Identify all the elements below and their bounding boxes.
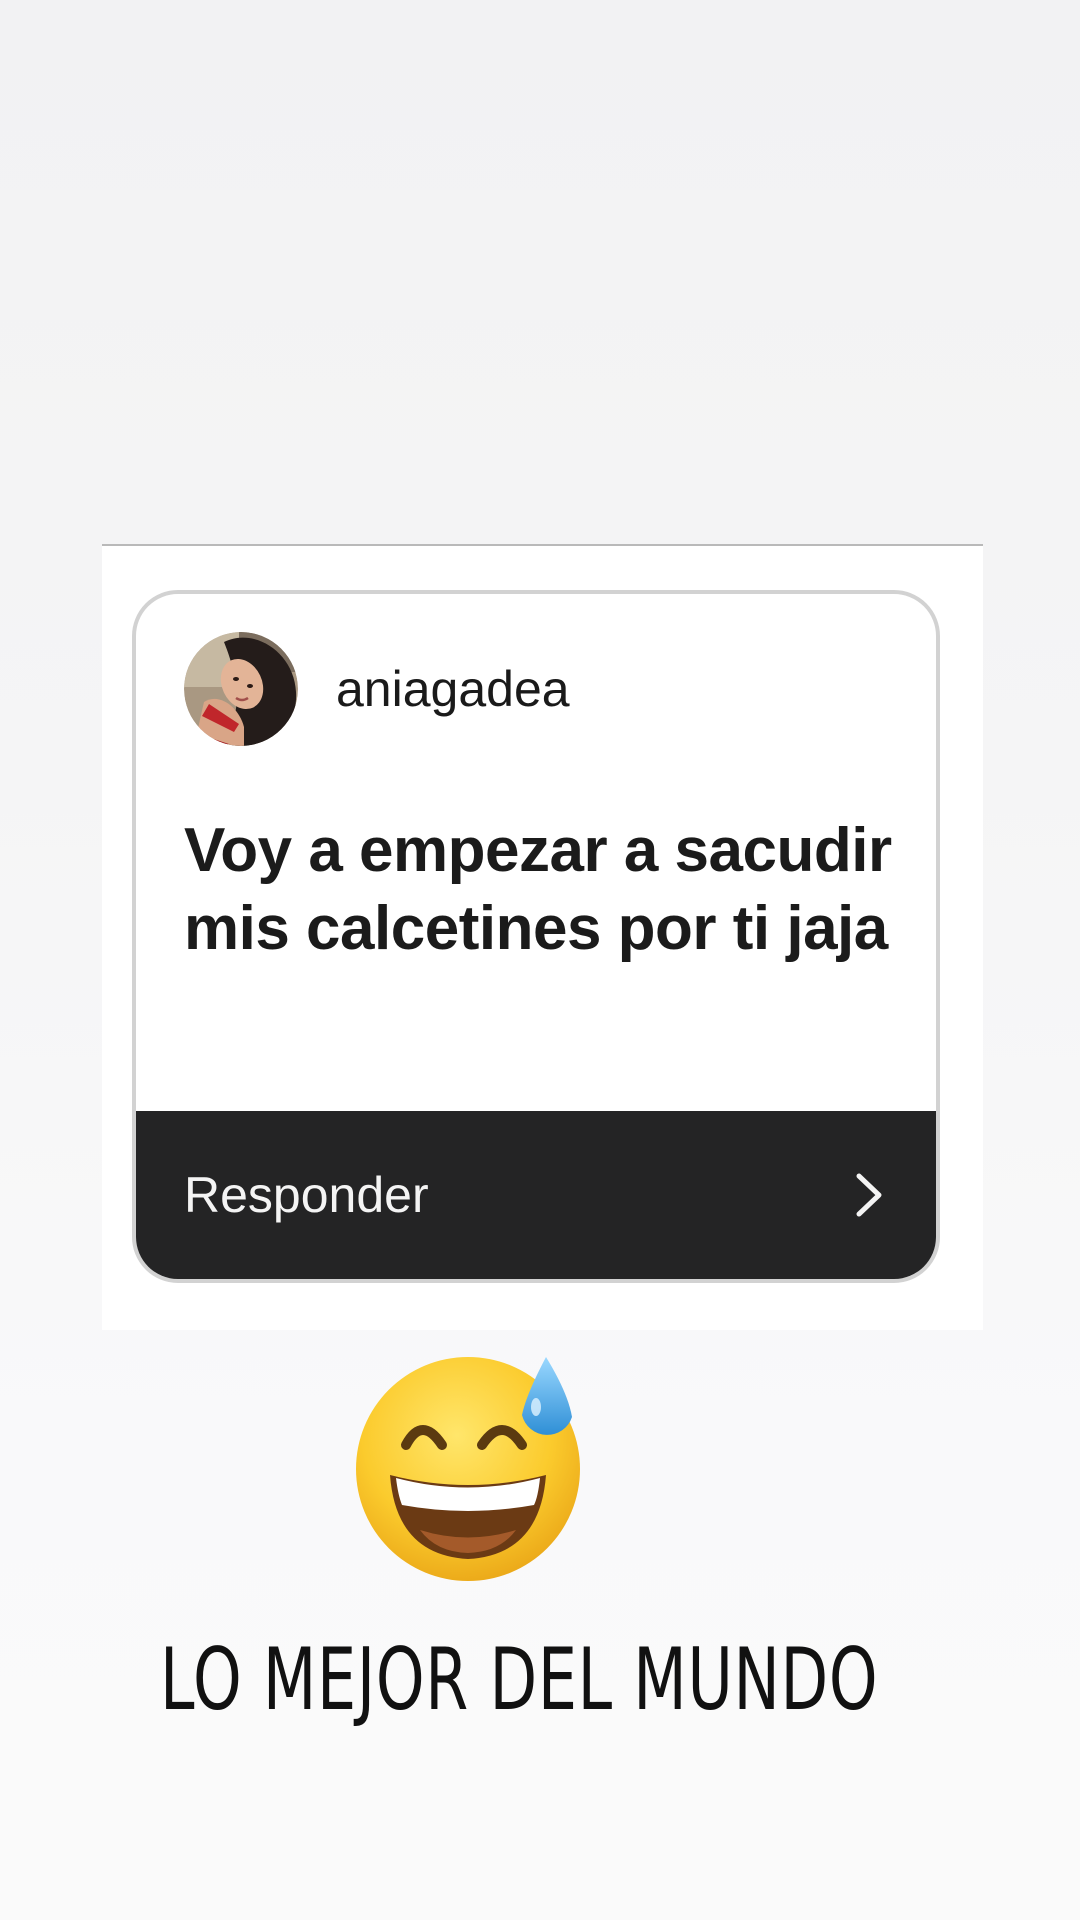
- question-text: Voy a empezar a sacudir mis calcetines p…: [184, 816, 892, 963]
- grinning-face-with-sweat-emoji[interactable]: [350, 1345, 590, 1585]
- avatar[interactable]: [184, 632, 298, 746]
- chevron-right-icon: [852, 1171, 886, 1219]
- question-card: aniagadea Voy a empezar a sacudir mis ca…: [132, 590, 940, 1283]
- caption-text: LO MEJOR DEL MUNDO: [160, 1630, 879, 1730]
- reply-label: Responder: [184, 1167, 429, 1223]
- username[interactable]: aniagadea: [336, 660, 570, 718]
- reply-button[interactable]: Responder: [136, 1111, 936, 1279]
- question-screenshot: aniagadea Voy a empezar a sacudir mis ca…: [102, 544, 983, 1330]
- question-card-header: aniagadea: [184, 632, 570, 746]
